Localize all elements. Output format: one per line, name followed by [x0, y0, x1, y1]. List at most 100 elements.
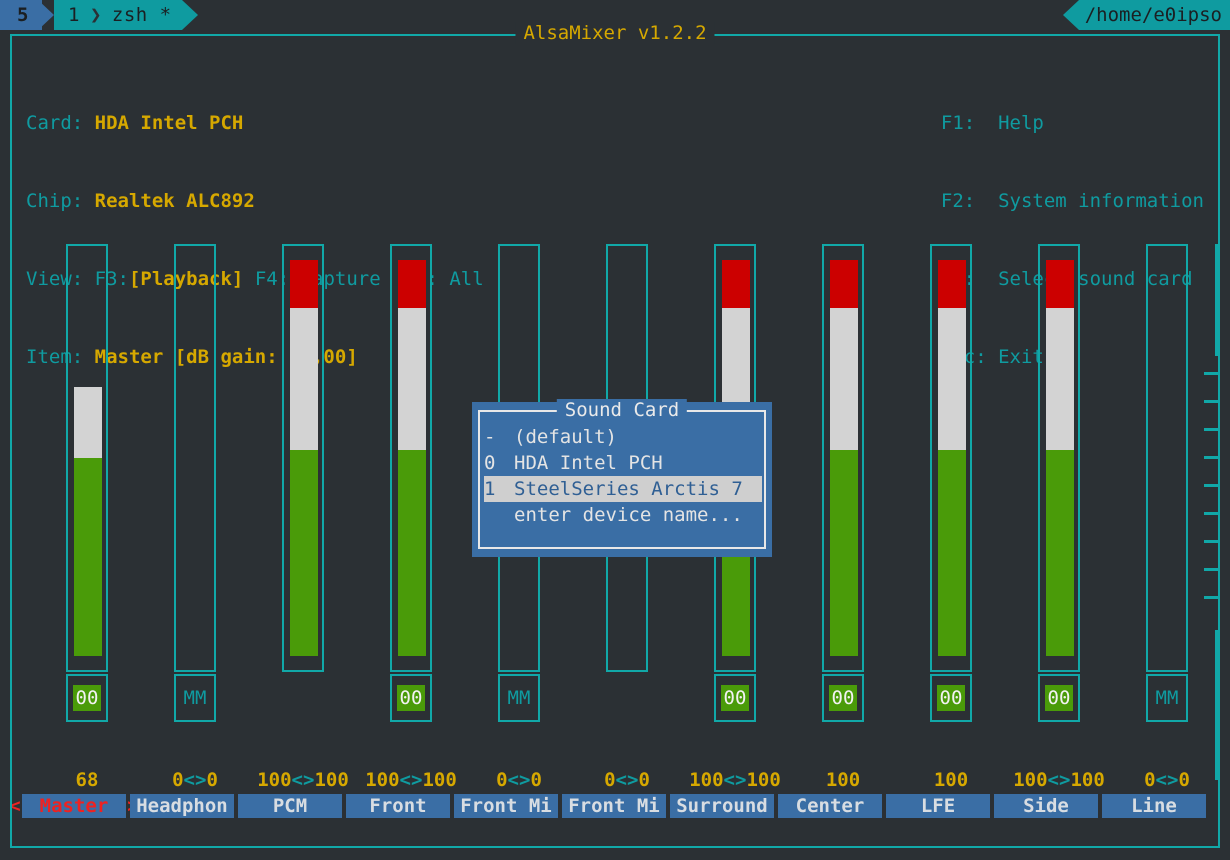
channel-name-label: Center [795, 795, 865, 817]
sound-card-item-label: (default) [514, 426, 617, 448]
mute-indicator[interactable]: MM [174, 674, 216, 722]
volume-bar-track [1154, 260, 1182, 656]
volume-bar[interactable] [282, 244, 324, 672]
mixer-strip[interactable] [282, 244, 324, 672]
prev-channel-arrow-icon[interactable]: < [12, 794, 22, 818]
mute-indicator-label: MM [1155, 687, 1179, 709]
channel-value-separator: <> [399, 769, 423, 791]
sound-card-item[interactable]: 1 SteelSeries Arctis 7 [484, 476, 762, 502]
volume-bar-peak [398, 260, 426, 308]
channel-name-side[interactable]: Side [994, 794, 1098, 818]
mute-indicator[interactable]: 00 [1038, 674, 1080, 722]
mute-indicator[interactable]: 00 [714, 674, 756, 722]
volume-bar[interactable] [930, 244, 972, 672]
volume-bar-peak [1046, 260, 1074, 308]
channel-value-separator: <> [1155, 769, 1179, 791]
channel-value-right: 100 [422, 769, 457, 791]
sound-card-item-label: SteelSeries Arctis 7 [514, 478, 743, 500]
mute-indicator[interactable]: MM [498, 674, 540, 722]
channel-name-label: Front Mi [568, 795, 660, 817]
mute-indicator[interactable]: 00 [390, 674, 432, 722]
mixer-strip[interactable]: 00 [930, 244, 972, 722]
edge-strip-tick [1204, 512, 1218, 515]
sound-card-dialog-title: Sound Card [556, 399, 688, 421]
edge-strip-tick [1204, 596, 1218, 599]
volume-bar[interactable] [174, 244, 216, 672]
volume-bar-track [830, 260, 858, 656]
volume-bar-fill [1046, 450, 1074, 656]
channel-name-headphon[interactable]: Headphon [130, 794, 234, 818]
mute-indicator[interactable]: 00 [66, 674, 108, 722]
channel-name-front-mi[interactable]: Front Mi [454, 794, 558, 818]
volume-bar[interactable] [822, 244, 864, 672]
volume-bar-fill [830, 450, 858, 656]
channel-name-surround[interactable]: Surround [670, 794, 774, 818]
channel-name-line[interactable]: Line [1102, 794, 1206, 818]
channel-name-master[interactable]: Master [22, 794, 126, 818]
sound-card-item[interactable]: - (default) [484, 424, 762, 450]
channel-value: 100<>100 [249, 769, 357, 791]
channel-value: 0<>0 [141, 769, 249, 791]
channel-value: 0<>0 [1113, 769, 1221, 791]
sound-card-list[interactable]: - (default) 0 HDA Intel PCH 1 SteelSeries Arc… [484, 424, 762, 528]
volume-bar-track [1046, 260, 1074, 656]
channel-value-mono: 100 [933, 769, 969, 791]
volume-bar-upper [290, 307, 318, 451]
volume-bar[interactable] [66, 244, 108, 672]
mixer-strip[interactable]: MM [174, 244, 216, 722]
edge-strip-tick [1204, 372, 1218, 375]
edge-strip-tick [1204, 540, 1218, 543]
mute-indicator-label: 00 [828, 685, 858, 711]
mixer-strip[interactable]: 00 [1038, 244, 1080, 722]
volume-bar-track [182, 260, 210, 656]
channel-value-right: 100 [1070, 769, 1105, 791]
volume-bar-upper [830, 307, 858, 451]
mute-indicator[interactable]: 00 [930, 674, 972, 722]
channel-name-label: Master [39, 795, 109, 817]
channel-value-left: 100 [365, 769, 400, 791]
channel-name-label: Front Mi [460, 795, 552, 817]
channel-value-mono: 100 [825, 769, 861, 791]
sound-card-item[interactable]: enter device name... [484, 502, 762, 528]
channel-value-separator: <> [507, 769, 531, 791]
sound-card-dialog-border: Sound Card - (default) 0 HDA Intel PCH 1 Stee… [478, 399, 766, 549]
edge-strip-border [1215, 244, 1218, 356]
terminal-tab-title[interactable]: 1 ❯ zsh * [54, 0, 182, 30]
volume-bar-track [398, 260, 426, 656]
alsamixer-window: AlsaMixer v1.2.2 Card: HDA Intel PCH Chi… [10, 22, 1221, 848]
channel-value-right: 100 [314, 769, 349, 791]
volume-bar[interactable] [1146, 244, 1188, 672]
mixer-strip[interactable]: MM [1146, 244, 1188, 722]
powerline-chevron-icon: ❯ [89, 4, 102, 26]
mute-indicator-label: MM [183, 687, 207, 709]
channel-name-label: PCM [272, 795, 308, 817]
channel-name-center[interactable]: Center [778, 794, 882, 818]
terminal-tab-number[interactable]: 5 [0, 0, 42, 30]
channel-name-lfe[interactable]: LFE [886, 794, 990, 818]
mixer-strip[interactable]: 00 [822, 244, 864, 722]
volume-bar-empty [182, 260, 210, 656]
channel-name-front[interactable]: Front [346, 794, 450, 818]
channel-value-right: 0 [638, 769, 650, 791]
channel-value-left: 100 [1013, 769, 1048, 791]
mixer-strip-overflow-edge [1204, 244, 1218, 780]
volume-bar-track [938, 260, 966, 656]
channel-value-left: 0 [496, 769, 508, 791]
volume-bar-peak [938, 260, 966, 308]
mute-indicator[interactable]: MM [1146, 674, 1188, 722]
sound-card-dialog[interactable]: Sound Card - (default) 0 HDA Intel PCH 1 Stee… [472, 399, 772, 557]
edge-strip-tick [1204, 400, 1218, 403]
volume-bar[interactable] [1038, 244, 1080, 672]
powerline-arrow-1 [38, 0, 54, 30]
mixer-strip[interactable]: 00 [390, 244, 432, 722]
sound-card-item-label: HDA Intel PCH [514, 452, 663, 474]
channel-value-left: 0 [1144, 769, 1156, 791]
mute-indicator[interactable]: 00 [822, 674, 864, 722]
sound-card-item[interactable]: 0 HDA Intel PCH [484, 450, 762, 476]
mixer-strip[interactable]: 00 [66, 244, 108, 722]
volume-bar-fill [398, 450, 426, 656]
volume-bar[interactable] [390, 244, 432, 672]
volume-bar-empty [1154, 260, 1182, 656]
channel-name-front-mi[interactable]: Front Mi [562, 794, 666, 818]
channel-name-pcm[interactable]: PCM [238, 794, 342, 818]
